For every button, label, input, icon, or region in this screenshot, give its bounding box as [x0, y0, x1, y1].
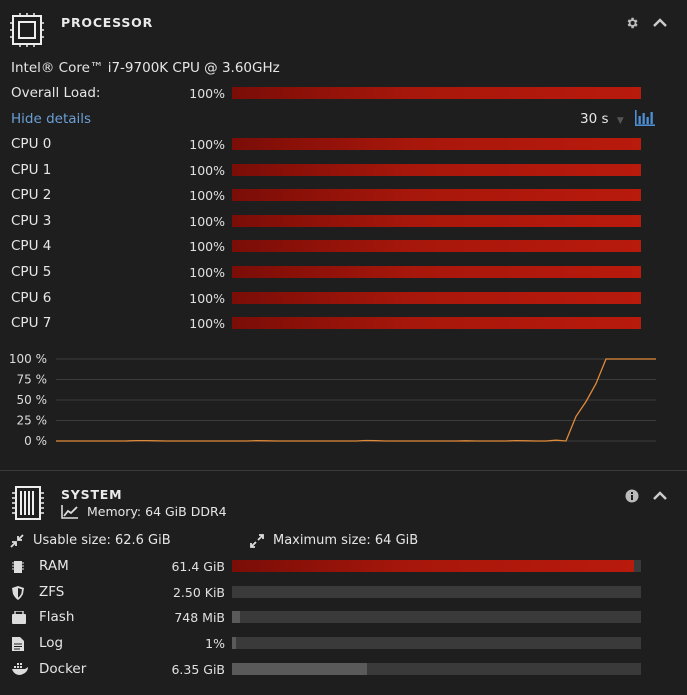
cpu-core-bar	[232, 317, 641, 330]
compress-arrows-icon	[10, 533, 24, 548]
cpu-core-label: CPU 4	[11, 238, 52, 255]
overall-load-value: 100%	[189, 86, 225, 101]
expand-arrows-icon	[250, 533, 264, 548]
system-title: SYSTEM	[61, 487, 123, 502]
cpu-core-bar	[232, 291, 641, 304]
cpu-core-label: CPU 2	[11, 187, 52, 204]
memory-row-label: Docker	[39, 660, 87, 677]
chart-y-tick-label: 0 %	[24, 434, 47, 448]
info-button[interactable]	[623, 487, 641, 505]
chart-y-tick-label: 100 %	[9, 352, 47, 366]
memory-row-label: Flash	[39, 609, 75, 626]
gear-icon	[627, 17, 638, 29]
cpu-core-value: 100%	[189, 162, 225, 178]
cpu-core-value: 100%	[189, 213, 225, 229]
cpu-core-bar-fill	[232, 163, 641, 176]
cpu-core-label: CPU 6	[11, 289, 52, 306]
memory-row-value: 1%	[205, 636, 225, 652]
memory-row-value: 61.4 GiB	[171, 559, 225, 574]
memory-row-label: RAM	[39, 558, 69, 574]
cpu-core-bar	[232, 240, 641, 253]
cpu-core-bar-fill	[232, 240, 641, 253]
cpu-load-chart: 100 % 75 % 50 % 25 % 0 %	[9, 352, 656, 448]
docker-icon	[12, 662, 28, 679]
memory-row-bar-fill	[232, 611, 241, 624]
cpu-core-bar-fill	[232, 138, 641, 150]
chart-y-tick-label: 25 %	[17, 414, 48, 428]
cpu-core-bar-fill	[232, 266, 641, 278]
chevron-down-icon: ▼	[616, 116, 624, 126]
interval-value: 30 s	[580, 111, 609, 127]
overall-load-bar-fill	[232, 87, 641, 99]
memory-row-bar-fill	[232, 662, 367, 675]
cpu-core-label: CPU 1	[11, 161, 52, 178]
chevron-up-icon	[653, 18, 667, 27]
cpu-core-bar-fill	[232, 291, 641, 304]
memory-row-bar-fill	[232, 560, 634, 572]
collapse-system-button[interactable]	[650, 487, 670, 505]
chip-icon	[12, 560, 24, 578]
processor-icon	[10, 13, 44, 47]
cpu-core-label: CPU 0	[11, 136, 52, 152]
memory-row-bar	[232, 662, 641, 675]
cpu-core-value: 100%	[189, 265, 225, 280]
memory-row-bar	[232, 560, 641, 572]
cpu-core-label: CPU 5	[11, 264, 52, 280]
panel-divider	[0, 470, 687, 471]
collapse-processor-button[interactable]	[650, 14, 670, 32]
cpu-core-value: 100%	[189, 239, 225, 255]
chevron-up-icon	[653, 491, 667, 500]
cpu-core-bar-fill	[232, 189, 641, 202]
maximum-size-text: Maximum size: 64 GiB	[273, 533, 419, 548]
cpu-core-label: CPU 3	[11, 212, 52, 229]
cpu-core-bar-fill	[232, 214, 641, 227]
memory-row-value: 6.35 GiB	[171, 661, 225, 677]
bar-chart-icon	[635, 110, 655, 126]
memory-module-icon	[10, 485, 46, 521]
chart-toggle-button[interactable]	[634, 109, 656, 127]
shield-icon	[12, 585, 24, 604]
cpu-model: Intel® Core™ i7-9700K CPU @ 3.60GHz	[11, 60, 280, 76]
maximum-size: Maximum size: 64 GiB	[250, 533, 418, 548]
memory-row-label: ZFS	[39, 583, 65, 600]
cpu-core-bar	[232, 214, 641, 227]
cpu-core-label: CPU 7	[11, 315, 52, 332]
cpu-core-value: 100%	[189, 188, 225, 204]
memory-row-value: 748 MiB	[174, 610, 225, 626]
hide-details-link[interactable]: Hide details	[11, 111, 91, 127]
cpu-core-bar	[232, 163, 641, 176]
trend-chart-icon	[61, 504, 78, 519]
memory-row-bar-fill	[232, 637, 237, 650]
cpu-core-bar	[232, 189, 641, 202]
usable-size: Usable size: 62.6 GiB	[10, 533, 171, 548]
overall-load-bar	[232, 87, 641, 99]
memory-row-bar	[232, 585, 641, 598]
settings-gear-button[interactable]	[623, 14, 641, 32]
cpu-core-value: 100%	[189, 137, 225, 152]
memory-summary: Memory: 64 GiB DDR4	[61, 504, 227, 519]
cpu-core-bar	[232, 138, 641, 150]
memory-row-value: 2.50 KiB	[172, 584, 225, 600]
cpu-core-bar	[232, 266, 641, 278]
cpu-core-value: 100%	[189, 316, 225, 332]
overall-load-label: Overall Load:	[11, 85, 101, 101]
processor-title: PROCESSOR	[61, 15, 154, 30]
memory-row-bar	[232, 637, 641, 650]
usable-size-text: Usable size: 62.6 GiB	[33, 533, 171, 548]
chart-y-tick-label: 75 %	[17, 373, 48, 387]
chart-y-tick-label: 50 %	[17, 393, 48, 407]
usb-icon	[12, 610, 26, 628]
document-icon	[12, 637, 24, 655]
interval-select[interactable]: 30 s ▼	[580, 111, 624, 127]
memory-row-bar	[232, 611, 641, 624]
cpu-core-bar-fill	[232, 317, 641, 330]
memory-text: Memory: 64 GiB DDR4	[87, 504, 227, 519]
cpu-core-value: 100%	[189, 290, 225, 306]
info-icon	[625, 489, 639, 503]
memory-row-label: Log	[39, 635, 64, 652]
